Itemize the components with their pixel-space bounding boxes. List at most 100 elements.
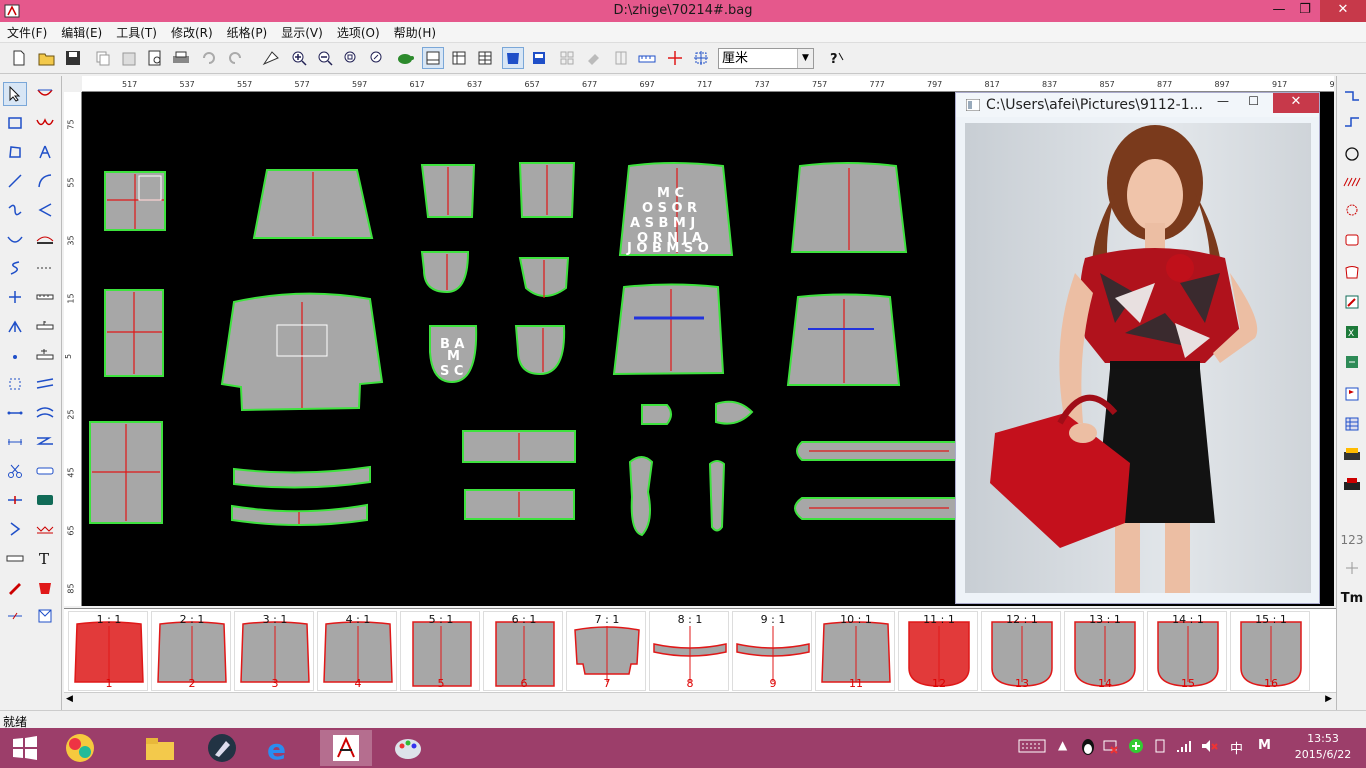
menu-pattern[interactable]: 纸格(P) (220, 22, 275, 42)
menu-file[interactable]: 文件(F) (0, 22, 54, 42)
zoom-in-icon[interactable] (288, 47, 310, 69)
paste-icon[interactable] (118, 47, 140, 69)
piece-thumbnail[interactable]: 13 : 1 14 (1064, 611, 1144, 691)
compass-icon[interactable] (33, 140, 57, 164)
menu-options[interactable]: 选项(O) (330, 22, 387, 42)
ruler-plus-icon[interactable] (33, 343, 57, 367)
line-icon[interactable] (3, 169, 27, 193)
piece-tab-a[interactable] (641, 404, 672, 425)
piece-thumbnail[interactable]: 12 : 1 13 (981, 611, 1061, 691)
save-icon[interactable] (62, 47, 84, 69)
app-pen-icon[interactable] (196, 730, 248, 766)
scissors-icon[interactable] (3, 459, 27, 483)
crosshair-icon[interactable] (664, 47, 686, 69)
excel-import-icon[interactable] (1340, 350, 1364, 374)
rectangle-icon[interactable] (3, 111, 27, 135)
text-size-label[interactable]: Tm (1338, 586, 1366, 610)
system-clock[interactable]: 13:53 2015/6/22 (1288, 731, 1358, 763)
close-icon[interactable]: ✕ (1273, 93, 1319, 113)
piece-thumbnail[interactable]: 11 : 1 12 (898, 611, 978, 691)
spline-icon[interactable] (3, 256, 27, 280)
photo-app-icon[interactable] (54, 730, 106, 766)
piece-thumbnail[interactable]: 9 : 1 9 (732, 611, 812, 691)
ruler-tool-icon[interactable] (636, 47, 658, 69)
panel-icon[interactable] (33, 604, 57, 628)
plus-app-icon[interactable] (1128, 738, 1144, 757)
zoom-out-icon[interactable] (314, 47, 336, 69)
piece-thumbnail[interactable]: 2 : 1 2 (151, 611, 231, 691)
view-tile-icon[interactable] (556, 47, 578, 69)
piece-tab-b[interactable] (715, 400, 754, 425)
image-viewer-window[interactable]: C:\Users\afei\Pictures\9112-1... — ☐ ✕ (955, 92, 1320, 604)
view-layout-icon[interactable] (528, 47, 550, 69)
angle-icon[interactable] (33, 198, 57, 222)
turtle-icon[interactable] (394, 47, 416, 69)
menu-tools[interactable]: 工具(T) (109, 22, 164, 42)
zoom-fit-icon[interactable] (366, 47, 388, 69)
qq-icon[interactable] (1080, 738, 1096, 759)
piece-thumbnail[interactable]: 15 : 1 16 (1230, 611, 1310, 691)
undo-icon[interactable] (198, 47, 220, 69)
scroll-left-icon[interactable]: ◀ (66, 694, 73, 704)
flower-icon[interactable] (1340, 198, 1364, 222)
image-viewer-titlebar[interactable]: C:\Users\afei\Pictures\9112-1... — ☐ ✕ (956, 93, 1319, 117)
text-tool-icon[interactable]: T (33, 546, 57, 570)
piece-thumbnail[interactable]: 4 : 1 4 (317, 611, 397, 691)
ime-chinese-indicator[interactable]: 中 (1230, 738, 1243, 757)
select-box-icon[interactable] (690, 47, 712, 69)
parallel-curve-icon[interactable] (33, 401, 57, 425)
buttonhole-icon[interactable] (33, 459, 57, 483)
wave-icon[interactable] (33, 111, 57, 135)
curve-cut-icon[interactable] (33, 82, 57, 106)
scroll-right-icon[interactable]: ▶ (1325, 694, 1332, 704)
view-table-icon[interactable] (474, 47, 496, 69)
print-preview-icon[interactable] (144, 47, 166, 69)
piece-thumbnail[interactable]: 5 : 1 5 (400, 611, 480, 691)
measure-icon[interactable] (610, 47, 632, 69)
redo-icon[interactable] (224, 47, 246, 69)
tape-measure-icon[interactable] (3, 546, 27, 570)
arrow-select-icon[interactable] (3, 82, 27, 106)
paint-app-icon[interactable] (382, 730, 434, 766)
menu-modify[interactable]: 修改(R) (164, 22, 220, 42)
copy-icon[interactable] (92, 47, 114, 69)
open-folder-icon[interactable] (36, 47, 58, 69)
piece-thumbnail[interactable]: 8 : 1 8 (649, 611, 729, 691)
grade-table-icon[interactable] (1340, 412, 1364, 436)
horizontal-line-icon[interactable] (3, 401, 27, 425)
corner-icon[interactable] (1340, 110, 1364, 134)
keyboard-icon[interactable] (1018, 738, 1046, 757)
unit-select[interactable]: 厘米 ▼ (718, 48, 814, 69)
view-fill-icon[interactable] (502, 47, 524, 69)
bisect-icon[interactable] (3, 314, 27, 338)
point-icon[interactable] (3, 343, 27, 367)
piece-pocket-b[interactable] (420, 251, 470, 294)
freehand-icon[interactable] (3, 198, 27, 222)
network-error-icon[interactable] (1102, 738, 1118, 757)
slash-line-icon[interactable] (3, 604, 27, 628)
circle-icon[interactable] (1340, 142, 1364, 166)
select-tool-icon[interactable] (260, 47, 282, 69)
title-bar[interactable]: D:\zhige\70214#.bag — ❐ ✕ (0, 0, 1366, 22)
fill-piece-icon[interactable] (33, 488, 57, 512)
piece-thumbnail[interactable]: 1 : 1 1 (68, 611, 148, 691)
minimize-icon[interactable]: — (1217, 94, 1229, 108)
number-label[interactable]: 123 (1337, 528, 1366, 552)
dash-line-icon[interactable] (33, 256, 57, 280)
start-button[interactable] (0, 730, 50, 766)
measure-curve-icon[interactable] (33, 227, 57, 251)
ruler-h-icon[interactable] (33, 285, 57, 309)
view-grid-icon[interactable] (448, 47, 470, 69)
plotter-icon[interactable] (1340, 442, 1364, 466)
print-icon[interactable] (170, 47, 192, 69)
piece-cup-icon[interactable] (1340, 260, 1364, 284)
piece-thumbnail[interactable]: 10 : 1 11 (815, 611, 895, 691)
chevron-right-icon[interactable] (3, 517, 27, 541)
pen-icon[interactable] (3, 575, 27, 599)
close-button[interactable]: ✕ (1320, 0, 1366, 22)
piece-waistband-a[interactable] (233, 465, 371, 489)
show-hidden-icons[interactable]: ▲ (1058, 738, 1067, 752)
zoom-window-icon[interactable] (340, 47, 362, 69)
eraser-icon[interactable] (582, 47, 604, 69)
new-file-icon[interactable] (8, 47, 30, 69)
